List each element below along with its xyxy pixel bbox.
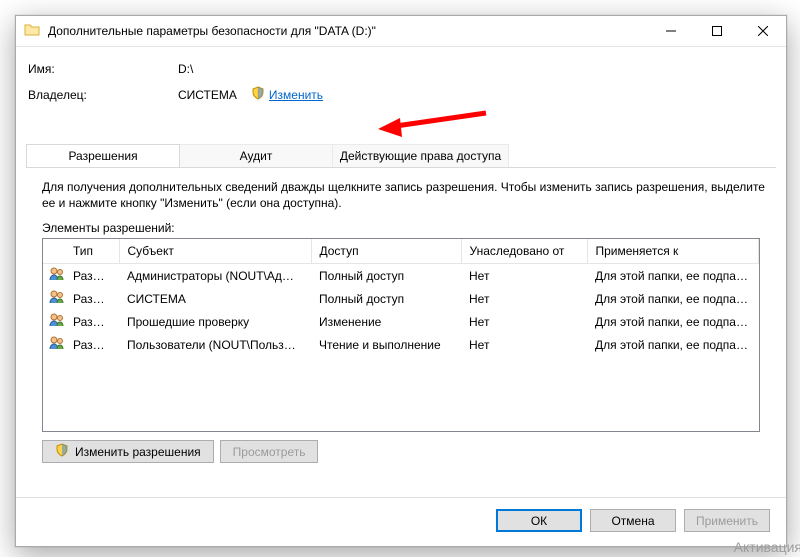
table-header-row[interactable]: Тип Субъект Доступ Унаследовано от Приме… — [43, 239, 759, 264]
name-value: D:\ — [178, 62, 193, 76]
cell-access: Полный доступ — [311, 287, 461, 310]
table-row[interactable]: Разр…Администраторы (NOUT\Ад…Полный дост… — [43, 264, 759, 288]
tab-permissions[interactable]: Разрешения — [26, 144, 180, 167]
cell-subject: Прошедшие проверку — [119, 310, 311, 333]
permissions-elements-label: Элементы разрешений: — [42, 221, 175, 235]
dialog-window: Дополнительные параметры безопасности дл… — [15, 15, 787, 547]
col-subject[interactable]: Субъект — [119, 239, 311, 264]
table-row[interactable]: Разр…Пользователи (NOUT\Польз…Чтение и в… — [43, 333, 759, 356]
name-label: Имя: — [28, 62, 178, 76]
close-button[interactable] — [740, 16, 786, 46]
table-row[interactable]: Разр…Прошедшие проверкуИзменениеНетДля э… — [43, 310, 759, 333]
cell-inherited: Нет — [461, 333, 587, 356]
cell-applies: Для этой папки, ее подпапок … — [587, 310, 759, 333]
cell-subject: СИСТЕМА — [119, 287, 311, 310]
cell-inherited: Нет — [461, 310, 587, 333]
folder-icon — [24, 22, 40, 41]
cell-type: Разр… — [65, 333, 119, 356]
owner-change-link[interactable]: Изменить — [269, 88, 323, 102]
tab-effective-access[interactable]: Действующие права доступа — [332, 144, 509, 167]
change-permissions-button[interactable]: Изменить разрешения — [42, 440, 214, 463]
col-applies[interactable]: Применяется к — [587, 239, 759, 264]
users-group-icon — [43, 287, 65, 310]
apply-button: Применить — [684, 509, 770, 532]
maximize-button[interactable] — [694, 16, 740, 46]
users-group-icon — [43, 333, 65, 356]
col-access[interactable]: Доступ — [311, 239, 461, 264]
cell-inherited: Нет — [461, 287, 587, 310]
col-inherited[interactable]: Унаследовано от — [461, 239, 587, 264]
cell-applies: Для этой папки, ее подпапок … — [587, 287, 759, 310]
help-text: Для получения дополнительных сведений дв… — [42, 179, 770, 211]
col-type[interactable]: Тип — [65, 239, 119, 264]
activation-watermark: Активация — [734, 539, 800, 555]
cell-applies: Для этой папки, ее подпапок … — [587, 333, 759, 356]
minimize-button[interactable] — [648, 16, 694, 46]
cell-type: Разр… — [65, 287, 119, 310]
tab-audit[interactable]: Аудит — [179, 144, 333, 167]
owner-value: СИСТЕМА — [178, 88, 237, 102]
view-button: Просмотреть — [220, 440, 319, 463]
cell-access: Чтение и выполнение — [311, 333, 461, 356]
owner-label: Владелец: — [28, 88, 178, 102]
cell-subject: Пользователи (NOUT\Польз… — [119, 333, 311, 356]
separator — [16, 497, 786, 498]
cell-inherited: Нет — [461, 264, 587, 288]
shield-icon — [55, 443, 69, 460]
cell-applies: Для этой папки, ее подпапок … — [587, 264, 759, 288]
table-row[interactable]: Разр…СИСТЕМАПолный доступНетДля этой пап… — [43, 287, 759, 310]
cell-access: Изменение — [311, 310, 461, 333]
cell-access: Полный доступ — [311, 264, 461, 288]
permissions-table: Тип Субъект Доступ Унаследовано от Приме… — [42, 238, 760, 432]
title-bar[interactable]: Дополнительные параметры безопасности дл… — [16, 16, 786, 47]
shield-icon — [251, 86, 265, 103]
cell-type: Разр… — [65, 310, 119, 333]
window-title: Дополнительные параметры безопасности дл… — [48, 24, 376, 38]
users-group-icon — [43, 310, 65, 333]
cell-subject: Администраторы (NOUT\Ад… — [119, 264, 311, 288]
cell-type: Разр… — [65, 264, 119, 288]
users-group-icon — [43, 264, 65, 288]
cancel-button[interactable]: Отмена — [590, 509, 676, 532]
ok-button[interactable]: ОК — [496, 509, 582, 532]
